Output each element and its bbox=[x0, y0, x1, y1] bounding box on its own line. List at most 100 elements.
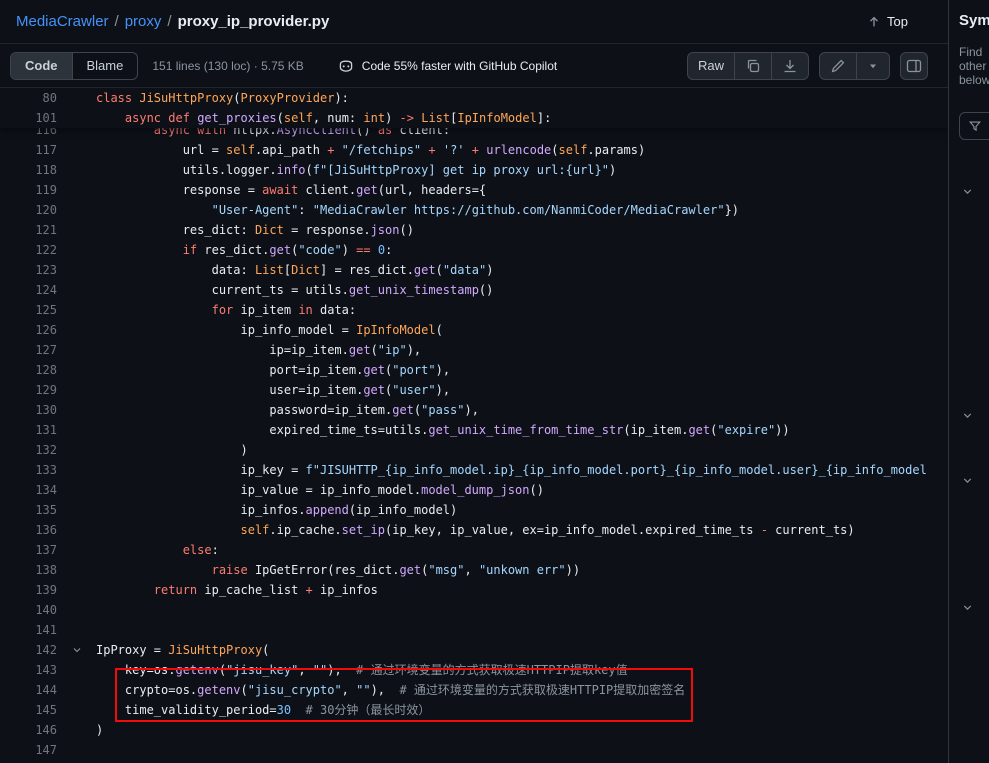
symbol-tree-item[interactable] bbox=[961, 409, 974, 427]
line-number[interactable]: 130 bbox=[0, 400, 57, 420]
gutter bbox=[57, 280, 96, 300]
code-text: url = self.api_path + "/fetchips" + '?' … bbox=[96, 140, 948, 160]
file-meta-info: 151 lines (130 loc) · 5.75 KB bbox=[152, 59, 303, 73]
line-number[interactable]: 122 bbox=[0, 240, 57, 260]
code-line: 128 port=ip_item.get("port"), bbox=[0, 360, 948, 380]
line-number[interactable]: 123 bbox=[0, 260, 57, 280]
line-number[interactable]: 142 bbox=[0, 640, 57, 660]
copy-raw-button[interactable] bbox=[734, 53, 771, 79]
line-number[interactable]: 129 bbox=[0, 380, 57, 400]
code-text: ip_infos.append(ip_info_model) bbox=[96, 500, 948, 520]
line-number[interactable]: 135 bbox=[0, 500, 57, 520]
tab-code[interactable]: Code bbox=[11, 53, 73, 79]
line-number[interactable]: 136 bbox=[0, 520, 57, 540]
line-number[interactable]: 140 bbox=[0, 600, 57, 620]
filter-funnel-icon bbox=[968, 119, 982, 133]
symbol-tree-item[interactable] bbox=[961, 185, 974, 203]
gutter bbox=[57, 180, 96, 200]
code-line: 101 async def get_proxies(self, num: int… bbox=[0, 108, 948, 128]
gutter bbox=[57, 300, 96, 320]
gutter bbox=[57, 360, 96, 380]
line-number[interactable]: 126 bbox=[0, 320, 57, 340]
gutter bbox=[57, 380, 96, 400]
gutter bbox=[57, 480, 96, 500]
line-number[interactable]: 121 bbox=[0, 220, 57, 240]
raw-button[interactable]: Raw bbox=[688, 53, 734, 79]
line-number[interactable]: 137 bbox=[0, 540, 57, 560]
download-icon bbox=[782, 58, 798, 74]
code-line: 129 user=ip_item.get("user"), bbox=[0, 380, 948, 400]
code-text bbox=[96, 740, 948, 760]
symbols-filter-input[interactable] bbox=[959, 112, 989, 140]
code-line: 133 ip_key = f"JISUHTTP_{ip_info_model.i… bbox=[0, 460, 948, 480]
tab-blame[interactable]: Blame bbox=[73, 53, 138, 79]
toolbar-actions: Raw bbox=[687, 52, 928, 80]
line-number[interactable]: 144 bbox=[0, 680, 57, 700]
gutter bbox=[57, 560, 96, 580]
edit-options-dropdown[interactable] bbox=[856, 53, 889, 79]
code-line: 121 res_dict: Dict = response.json() bbox=[0, 220, 948, 240]
symbols-panel: Symbols Find other below bbox=[948, 0, 989, 763]
code-text: ) bbox=[96, 440, 948, 460]
code-line: 136 self.ip_cache.set_ip(ip_key, ip_valu… bbox=[0, 520, 948, 540]
code-text: class JiSuHttpProxy(ProxyProvider): bbox=[96, 88, 948, 108]
breadcrumb-separator: / bbox=[109, 13, 125, 30]
line-number[interactable]: 147 bbox=[0, 740, 57, 760]
line-number[interactable]: 101 bbox=[0, 108, 57, 128]
raw-actions-group: Raw bbox=[687, 52, 809, 80]
line-number[interactable]: 120 bbox=[0, 200, 57, 220]
copilot-banner[interactable]: Code 55% faster with GitHub Copilot bbox=[338, 58, 557, 74]
code-text: else: bbox=[96, 540, 948, 560]
line-number[interactable]: 133 bbox=[0, 460, 57, 480]
line-number[interactable]: 125 bbox=[0, 300, 57, 320]
code-line: 126 ip_info_model = IpInfoModel( bbox=[0, 320, 948, 340]
gutter bbox=[57, 340, 96, 360]
line-number[interactable]: 134 bbox=[0, 480, 57, 500]
line-number[interactable]: 141 bbox=[0, 620, 57, 640]
code-text: ip_key = f"JISUHTTP_{ip_info_model.ip}_{… bbox=[96, 460, 948, 480]
symbols-panel-title: Symbols bbox=[959, 12, 989, 29]
breadcrumb-dir-link[interactable]: proxy bbox=[125, 13, 162, 30]
breadcrumb-repo-link[interactable]: MediaCrawler bbox=[16, 13, 109, 30]
line-number[interactable]: 118 bbox=[0, 160, 57, 180]
line-number[interactable]: 80 bbox=[0, 88, 57, 108]
code-blame-switcher: Code Blame bbox=[10, 52, 138, 80]
code-text: for ip_item in data: bbox=[96, 300, 948, 320]
edit-file-button[interactable] bbox=[820, 53, 856, 79]
scroll-to-top-label: Top bbox=[887, 14, 908, 29]
chevron-down-icon bbox=[961, 474, 974, 487]
gutter bbox=[57, 160, 96, 180]
symbol-tree-item[interactable] bbox=[961, 474, 974, 492]
sticky-scope-lines: 80class JiSuHttpProxy(ProxyProvider):101… bbox=[0, 88, 948, 128]
code-line: 80 class JiSuHttpProxy(ProxyProvider): bbox=[0, 88, 948, 108]
gutter bbox=[57, 200, 96, 220]
code-text: res_dict: Dict = response.json() bbox=[96, 220, 948, 240]
gutter bbox=[57, 440, 96, 460]
github-file-view: MediaCrawler / proxy / proxy_ip_provider… bbox=[0, 0, 989, 763]
line-number[interactable]: 124 bbox=[0, 280, 57, 300]
line-number[interactable]: 143 bbox=[0, 660, 57, 680]
line-number[interactable]: 117 bbox=[0, 140, 57, 160]
chevron-down-icon bbox=[961, 409, 974, 422]
code-text: crypto=os.getenv("jisu_crypto", ""), # 通… bbox=[96, 680, 948, 700]
code-line: 134 ip_value = ip_info_model.model_dump_… bbox=[0, 480, 948, 500]
scroll-to-top-button[interactable]: Top bbox=[867, 14, 908, 29]
line-number[interactable]: 146 bbox=[0, 720, 57, 740]
line-number[interactable]: 132 bbox=[0, 440, 57, 460]
line-number[interactable]: 119 bbox=[0, 180, 57, 200]
line-number[interactable]: 145 bbox=[0, 700, 57, 720]
fold-chevron-icon[interactable] bbox=[57, 640, 96, 660]
symbols-panel-toggle-button[interactable] bbox=[900, 52, 928, 80]
symbol-tree-item[interactable] bbox=[961, 601, 974, 619]
download-button[interactable] bbox=[771, 53, 808, 79]
breadcrumb: MediaCrawler / proxy / proxy_ip_provider… bbox=[16, 13, 329, 30]
code-line: 119 response = await client.get(url, hea… bbox=[0, 180, 948, 200]
code-line: 141 bbox=[0, 620, 948, 640]
chevron-down-icon bbox=[961, 185, 974, 198]
line-number[interactable]: 127 bbox=[0, 340, 57, 360]
line-number[interactable]: 131 bbox=[0, 420, 57, 440]
code-text bbox=[96, 600, 948, 620]
line-number[interactable]: 138 bbox=[0, 560, 57, 580]
line-number[interactable]: 139 bbox=[0, 580, 57, 600]
line-number[interactable]: 128 bbox=[0, 360, 57, 380]
